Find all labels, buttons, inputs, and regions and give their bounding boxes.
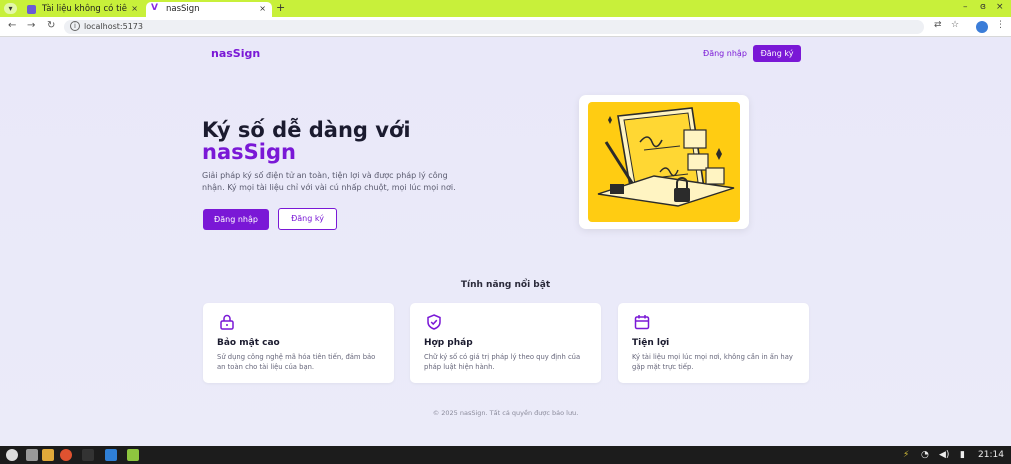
calendar-icon [633, 313, 651, 331]
firefox-icon[interactable] [60, 449, 72, 461]
tab-nassign[interactable]: V nasSign × [146, 2, 272, 17]
shield-check-icon [425, 313, 443, 331]
menu-kebab-icon[interactable]: ⋮ [996, 20, 1005, 30]
hero-register-button[interactable]: Đăng ký [278, 208, 337, 230]
signing-illustration [588, 102, 740, 222]
wifi-icon[interactable]: ◔ [921, 449, 929, 461]
vscode-icon[interactable] [105, 449, 117, 461]
volume-icon[interactable]: ◀) [939, 449, 949, 461]
footer-copyright: © 2025 nasSign. Tất cả quyền được bảo lư… [432, 409, 579, 417]
tab-title: nasSign [166, 4, 200, 14]
lock-icon [218, 313, 236, 331]
feature-title: Hợp pháp [424, 338, 473, 348]
feature-card-legal: Hợp pháp Chữ ký số có giá trị pháp lý th… [410, 303, 601, 383]
restore-button[interactable]: ɞ [980, 2, 986, 12]
hero-image-card [579, 95, 749, 229]
battery-icon[interactable]: ▮ [960, 449, 965, 461]
header-login-link[interactable]: Đăng nhập [703, 49, 747, 58]
os-taskbar: ⚡ ◔ ◀) ▮ 21:14 [0, 446, 1011, 464]
hero-description: Giải pháp ký số điện tử an toàn, tiện lợ… [202, 171, 456, 192]
url-text: localhost:5173 [84, 22, 143, 31]
browser-toolbar: ← → ↻ i localhost:5173 ⇄ ☆ ⋮ [0, 17, 1011, 37]
file-manager-icon[interactable] [42, 449, 54, 461]
close-icon[interactable]: × [259, 2, 266, 16]
translate-icon[interactable]: ⇄ [934, 20, 942, 30]
terminal-icon[interactable] [82, 449, 94, 461]
feature-card-convenience: Tiện lợi Ký tài liệu mọi lúc mọi nơi, kh… [618, 303, 809, 383]
features-heading: Tính năng nổi bật [460, 280, 551, 290]
feature-description: Ký tài liệu mọi lúc mọi nơi, không cần i… [632, 353, 793, 371]
network-icon[interactable]: ⚡ [903, 449, 909, 461]
start-menu-icon[interactable] [6, 449, 18, 461]
new-tab-button[interactable]: + [276, 1, 285, 14]
bookmark-star-icon[interactable]: ☆ [951, 20, 959, 30]
header-register-button[interactable]: Đăng ký [753, 45, 801, 62]
close-icon[interactable]: × [131, 2, 138, 16]
tab-document[interactable]: Tài liệu không có tiê × [22, 2, 144, 17]
browser-tab-bar: ▾ Tài liệu không có tiê × V nasSign × + … [0, 0, 1011, 17]
feature-title: Tiện lợi [632, 338, 670, 348]
hero-title: Ký số dễ dàng với [202, 118, 411, 142]
page: nasSign Đăng nhập Đăng ký Ký số dễ dàng … [0, 38, 1011, 446]
close-window-button[interactable]: × [996, 2, 1004, 12]
minimize-button[interactable]: – [963, 2, 968, 12]
clock[interactable]: 21:14 [978, 449, 1004, 461]
feature-title: Bảo mật cao [217, 338, 280, 348]
site-info-icon[interactable]: i [70, 21, 80, 31]
docs-icon [27, 5, 36, 14]
avatar[interactable] [976, 21, 988, 33]
vite-icon: V [151, 3, 158, 13]
feature-description: Sử dụng công nghệ mã hóa tiên tiến, đảm … [217, 353, 376, 371]
hero-login-button[interactable]: Đăng nhập [203, 209, 269, 230]
browser-app-icon[interactable] [127, 449, 139, 461]
show-desktop-icon[interactable] [26, 449, 38, 461]
forward-icon[interactable]: → [27, 20, 35, 31]
reload-icon[interactable]: ↻ [47, 20, 55, 31]
feature-description: Chữ ký số có giá trị pháp lý theo quy đị… [424, 353, 581, 371]
hero-brand: nasSign [202, 140, 296, 164]
tab-title: Tài liệu không có tiê [42, 4, 128, 14]
back-icon[interactable]: ← [8, 20, 16, 31]
feature-card-security: Bảo mật cao Sử dụng công nghệ mã hóa tiê… [203, 303, 394, 383]
logo[interactable]: nasSign [211, 47, 260, 60]
address-bar[interactable]: i localhost:5173 [64, 20, 924, 34]
tab-search-icon[interactable]: ▾ [4, 3, 17, 14]
